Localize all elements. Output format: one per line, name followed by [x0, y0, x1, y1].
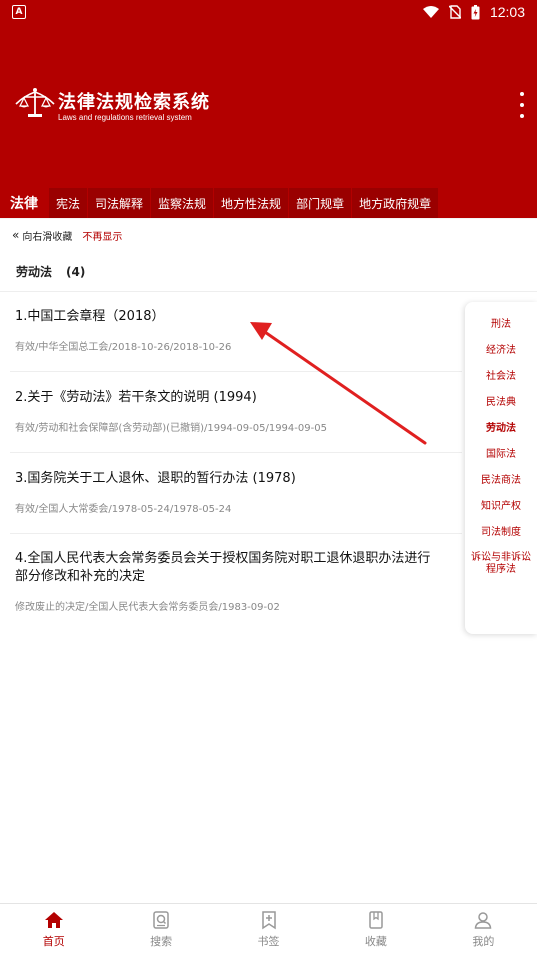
- more-dot-icon: [520, 92, 524, 96]
- category-intellectual-property[interactable]: 知识产权: [465, 500, 537, 526]
- category-labor-law[interactable]: 劳动法: [465, 422, 537, 448]
- law-list-item[interactable]: 1.中国工会章程（2018） 有效/中华全国总工会/2018-10-26/201…: [0, 308, 462, 353]
- law-list-item[interactable]: 2.关于《劳动法》若干条文的说明 (1994) 有效/劳动和社会保障部(含劳动部…: [0, 389, 462, 434]
- swipe-hint-text: 向右滑收藏: [22, 231, 73, 243]
- nav-label: 搜索: [150, 934, 173, 948]
- wifi-icon: [422, 6, 439, 18]
- category-tabs: 法律 宪法 司法解释 监察法规 地方性法规 部门规章 地方政府规章: [0, 188, 537, 218]
- notification-a-icon: A: [12, 5, 26, 19]
- more-dot-icon: [520, 103, 524, 107]
- nav-label: 书签: [257, 934, 280, 948]
- bottom-navigation: 首页 搜索 书签 收藏 我的: [0, 903, 537, 954]
- law-meta: 有效/全国人大常委会/1978-05-24/1978-05-24: [15, 504, 232, 515]
- swipe-hint-bar: « 向右滑收藏 不再显示: [0, 219, 537, 251]
- battery-icon: [471, 4, 480, 19]
- law-title: 4.全国人民代表大会常务委员会关于授权国务院对职工退休退职办法进行部分修改和补充…: [15, 551, 431, 584]
- nav-search[interactable]: 搜索: [107, 904, 214, 954]
- nav-bookmarks[interactable]: 书签: [215, 904, 322, 954]
- search-icon: [153, 910, 169, 929]
- law-meta: 有效/中华全国总工会/2018-10-26/2018-10-26: [15, 342, 232, 353]
- category-litigation-procedure-law[interactable]: 诉讼与非诉讼程序法: [465, 552, 537, 576]
- nav-favorites[interactable]: 收藏: [322, 904, 429, 954]
- more-options-button[interactable]: [515, 92, 529, 118]
- category-economic-law[interactable]: 经济法: [465, 344, 537, 370]
- app-title: 法律法规检索系统: [58, 92, 210, 113]
- law-meta: 有效/劳动和社会保障部(含劳动部)(已撤销)/1994-09-05/1994-0…: [15, 423, 327, 434]
- category-social-law[interactable]: 社会法: [465, 370, 537, 396]
- section-count: (4): [66, 265, 86, 279]
- divider: [10, 533, 462, 534]
- scales-of-justice-logo-icon: [15, 88, 55, 117]
- law-title: 1.中国工会章程（2018）: [15, 309, 165, 324]
- category-civil-commercial-law[interactable]: 民法商法: [465, 474, 537, 500]
- nav-label: 首页: [42, 934, 65, 948]
- user-icon: [475, 911, 492, 929]
- section-header: 劳动法 (4): [16, 263, 85, 280]
- home-icon: [44, 911, 63, 928]
- category-international-law[interactable]: 国际法: [465, 448, 537, 474]
- status-time: 12:03: [489, 4, 525, 20]
- category-judicial-system[interactable]: 司法制度: [465, 526, 537, 552]
- tab-local-government-rules[interactable]: 地方政府规章: [352, 188, 439, 218]
- app-header: 法律法规检索系统 Laws and regulations retrieval …: [0, 24, 537, 188]
- nav-home[interactable]: 首页: [0, 904, 107, 954]
- law-meta: 修改废止的决定/全国人民代表大会常务委员会/1983-09-02: [15, 602, 280, 613]
- tab-local-regulations[interactable]: 地方性法规: [214, 188, 289, 218]
- dont-show-again-link[interactable]: 不再显示: [82, 228, 122, 243]
- divider: [0, 291, 537, 292]
- tab-department-rules[interactable]: 部门规章: [289, 188, 352, 218]
- status-bar: A 12:03: [0, 0, 537, 24]
- book-favorite-icon: [369, 910, 383, 929]
- more-dot-icon: [520, 114, 524, 118]
- category-criminal-law[interactable]: 刑法: [465, 318, 537, 344]
- app-subtitle: Laws and regulations retrieval system: [58, 113, 192, 122]
- tab-constitution[interactable]: 宪法: [49, 188, 88, 218]
- law-list-item[interactable]: 3.国务院关于工人退休、退职的暂行办法 (1978) 有效/全国人大常委会/19…: [0, 470, 462, 515]
- law-title: 2.关于《劳动法》若干条文的说明 (1994): [15, 390, 257, 405]
- tab-judicial-interpretation[interactable]: 司法解释: [88, 188, 151, 218]
- law-title: 3.国务院关于工人退休、退职的暂行办法 (1978): [15, 471, 296, 486]
- tab-law[interactable]: 法律: [0, 188, 48, 218]
- law-list-panel: 劳动法 (4) 1.中国工会章程（2018） 有效/中华全国总工会/2018-10…: [0, 251, 537, 903]
- law-list-item[interactable]: 4.全国人民代表大会常务委员会关于授权国务院对职工退休退职办法进行部分修改和补充…: [0, 550, 462, 613]
- nav-label: 我的: [472, 934, 495, 948]
- divider: [10, 371, 462, 372]
- nav-label: 收藏: [364, 934, 387, 948]
- section-title: 劳动法: [16, 265, 53, 279]
- bookmark-add-icon: [261, 910, 276, 929]
- no-sim-icon: [448, 5, 461, 19]
- category-civil-code[interactable]: 民法典: [465, 396, 537, 422]
- tab-supervision-regulations[interactable]: 监察法规: [151, 188, 214, 218]
- divider: [10, 452, 462, 453]
- double-chevron-left-icon: «: [12, 228, 20, 242]
- nav-profile[interactable]: 我的: [430, 904, 537, 954]
- category-side-panel: 刑法 经济法 社会法 民法典 劳动法 国际法 民法商法 知识产权 司法制度 诉讼…: [465, 302, 537, 634]
